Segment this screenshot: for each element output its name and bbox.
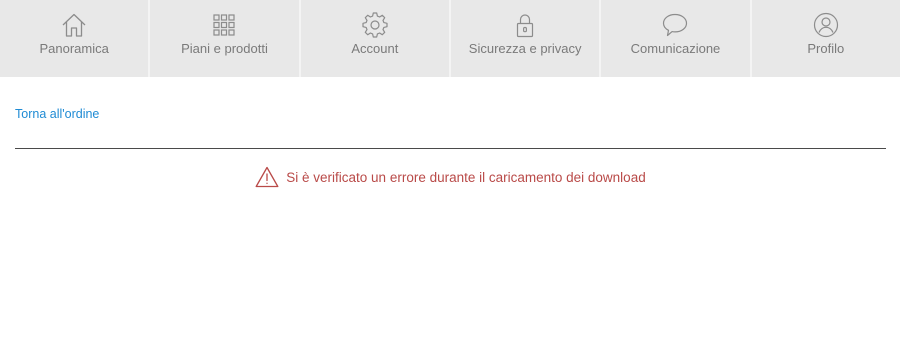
- warning-icon: [255, 166, 279, 188]
- lock-icon: [511, 11, 539, 39]
- main-content: Torna all'ordine Si è verificato un erro…: [0, 77, 900, 189]
- nav-label: Account: [351, 41, 399, 56]
- gear-icon: [361, 11, 389, 39]
- user-profile-icon: [812, 11, 840, 39]
- nav-label: Profilo: [807, 41, 845, 56]
- nav-label: Panoramica: [39, 41, 109, 56]
- error-text: Si è verificato un errore durante il car…: [286, 169, 646, 185]
- nav-item-sicurezza-e-privacy[interactable]: Sicurezza e privacy: [448, 0, 599, 77]
- divider: [15, 148, 886, 149]
- speech-bubble-icon: [661, 11, 689, 39]
- home-icon: [60, 11, 88, 39]
- nav-item-panoramica[interactable]: Panoramica: [0, 0, 148, 77]
- top-navigation: Panoramica Piani e prodotti Account Sicu…: [0, 0, 900, 77]
- nav-label: Sicurezza e privacy: [468, 41, 582, 56]
- grid-icon: [210, 11, 238, 39]
- nav-item-profilo[interactable]: Profilo: [749, 0, 900, 77]
- nav-label: Piani e prodotti: [181, 41, 268, 56]
- back-to-order-link[interactable]: Torna all'ordine: [15, 107, 99, 121]
- nav-item-account[interactable]: Account: [298, 0, 449, 77]
- error-message: Si è verificato un errore durante il car…: [15, 165, 886, 189]
- nav-item-comunicazione[interactable]: Comunicazione: [599, 0, 749, 77]
- nav-item-piani-e-prodotti[interactable]: Piani e prodotti: [148, 0, 298, 77]
- nav-label: Comunicazione: [630, 41, 721, 56]
- page: Panoramica Piani e prodotti Account Sicu…: [0, 0, 900, 362]
